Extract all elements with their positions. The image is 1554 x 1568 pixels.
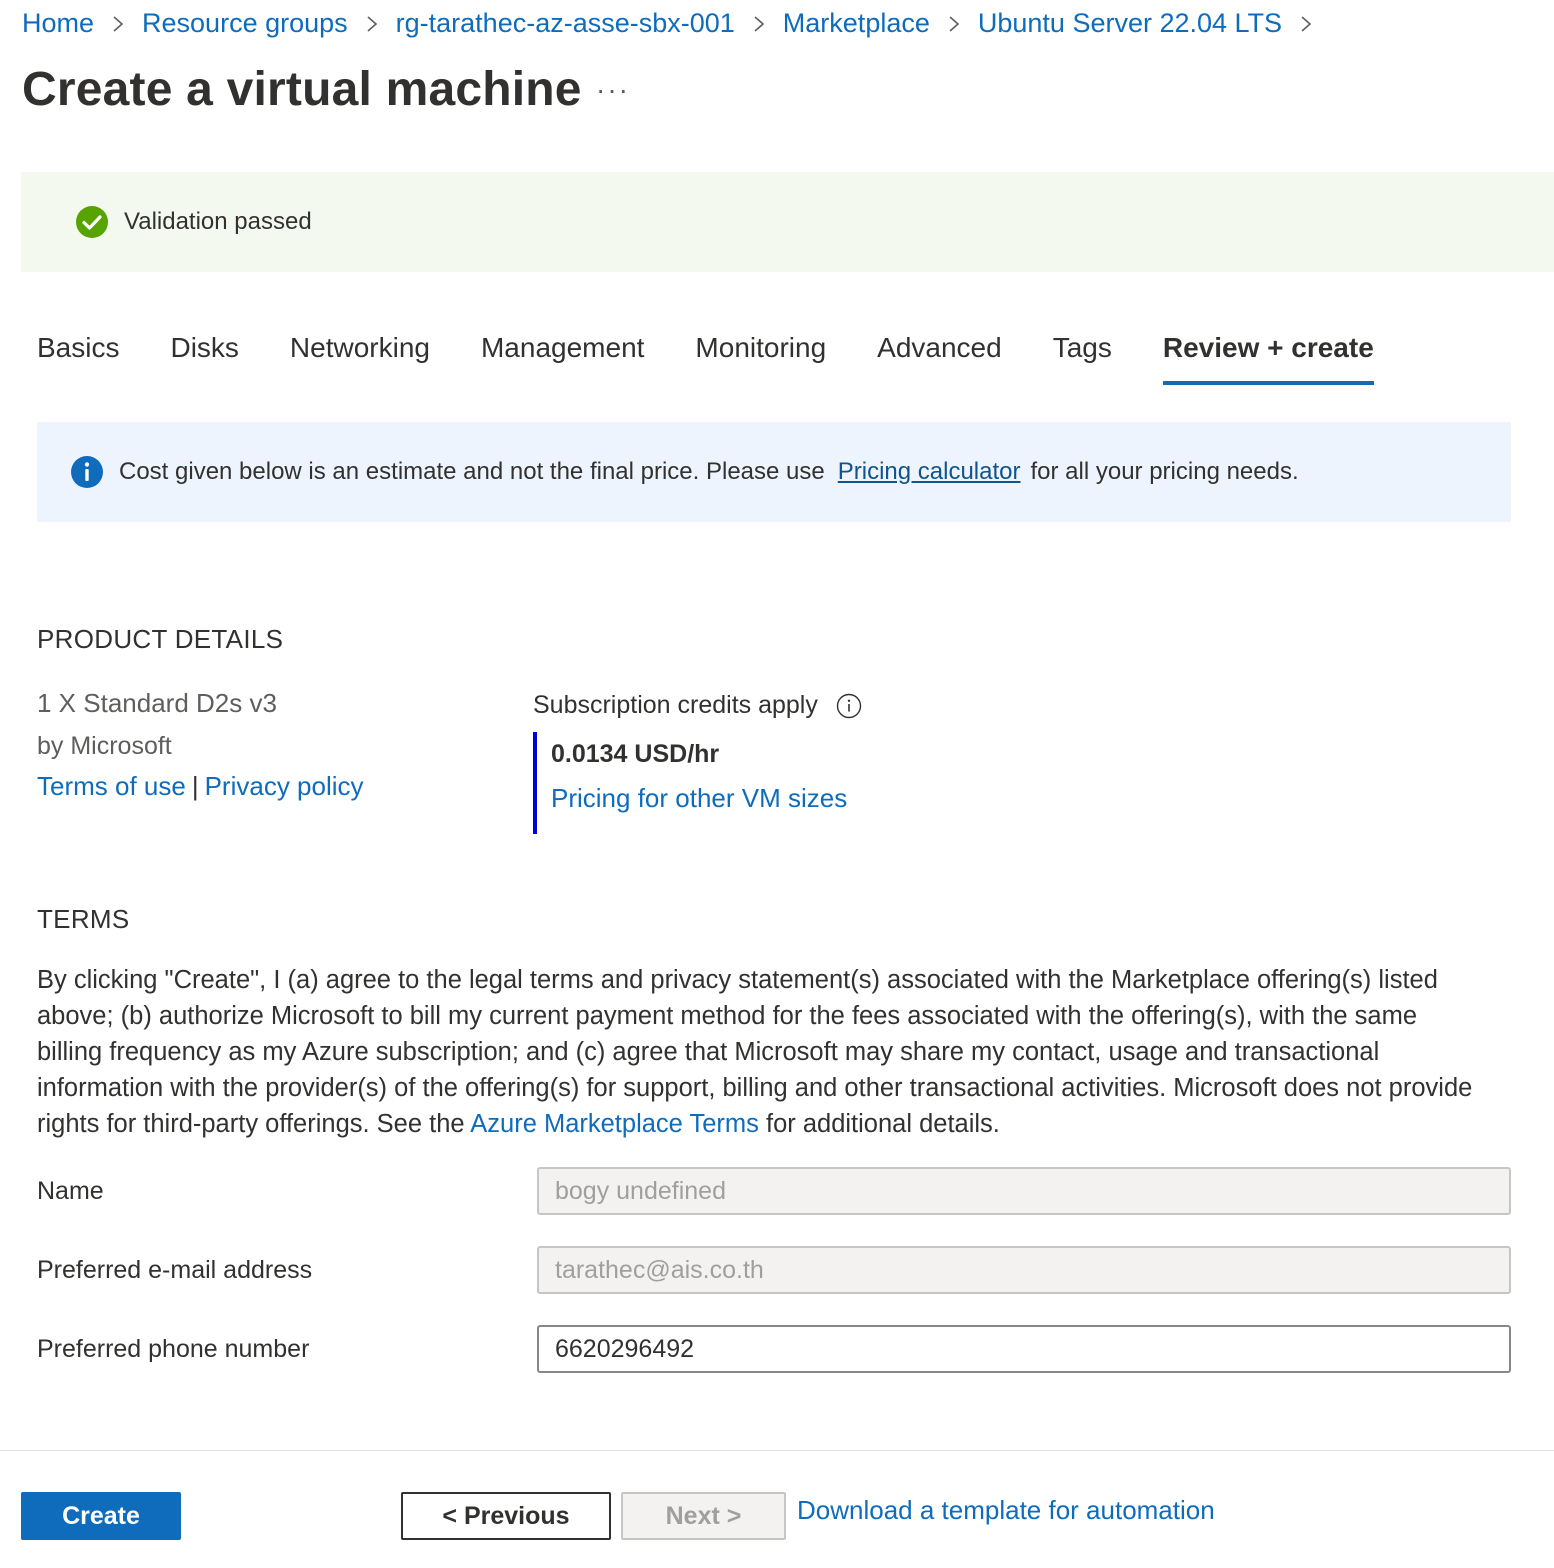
tab-review-create[interactable]: Review + create xyxy=(1162,332,1374,385)
page-title: Create a virtual machine xyxy=(22,63,582,116)
chevron-right-icon xyxy=(947,15,961,33)
tab-networking[interactable]: Networking xyxy=(290,332,430,384)
info-text: Cost given below is an estimate and not … xyxy=(119,458,825,485)
azure-marketplace-terms-link[interactable]: Azure Marketplace Terms xyxy=(470,1110,759,1138)
tab-monitoring[interactable]: Monitoring xyxy=(695,332,826,384)
chevron-right-icon xyxy=(365,15,379,33)
subscription-credits-label: Subscription credits apply xyxy=(533,691,818,719)
vm-price: 0.0134 USD/hr xyxy=(551,740,720,768)
product-name: 1 X Standard D2s v3 xyxy=(37,688,277,718)
next-button[interactable]: Next > xyxy=(621,1492,786,1540)
chevron-right-icon xyxy=(111,15,125,33)
phone-label: Preferred phone number xyxy=(37,1335,310,1363)
product-details-heading: PRODUCT DETAILS xyxy=(37,624,284,654)
tab-disks[interactable]: Disks xyxy=(170,332,238,384)
wizard-tabs: Basics Disks Networking Management Monit… xyxy=(37,332,1425,386)
chevron-right-icon xyxy=(752,15,766,33)
tab-basics[interactable]: Basics xyxy=(37,332,119,384)
validation-banner: Validation passed xyxy=(21,172,1554,272)
info-text-after: for all your pricing needs. xyxy=(1030,458,1299,485)
breadcrumb-marketplace[interactable]: Marketplace xyxy=(783,8,930,39)
footer-divider xyxy=(0,1450,1554,1451)
terms-heading: TERMS xyxy=(37,904,130,934)
more-options-button[interactable]: ··· xyxy=(596,74,630,106)
email-field[interactable] xyxy=(537,1246,1511,1294)
pricing-other-sizes-link[interactable]: Pricing for other VM sizes xyxy=(551,783,847,814)
validation-text: Validation passed xyxy=(124,208,312,235)
previous-button[interactable]: < Previous xyxy=(401,1492,611,1540)
download-template-link[interactable]: Download a template for automation xyxy=(797,1495,1215,1526)
product-publisher: by Microsoft xyxy=(37,732,172,760)
check-circle-icon xyxy=(75,205,109,239)
breadcrumb-ubuntu-server[interactable]: Ubuntu Server 22.04 LTS xyxy=(978,8,1282,39)
breadcrumb-home[interactable]: Home xyxy=(22,8,94,39)
terms-body-end: for additional details. xyxy=(766,1110,1000,1138)
breadcrumb-resource-group[interactable]: rg-tarathec-az-asse-sbx-001 xyxy=(396,8,735,39)
tab-management[interactable]: Management xyxy=(481,332,644,384)
pricing-calculator-link[interactable]: Pricing calculator xyxy=(838,458,1021,486)
product-links: Terms of use | Privacy policy xyxy=(37,771,364,802)
tab-advanced[interactable]: Advanced xyxy=(877,332,1002,384)
tab-tags[interactable]: Tags xyxy=(1053,332,1112,384)
terms-text: By clicking "Create", I (a) agree to the… xyxy=(37,962,1477,1142)
breadcrumb-resource-groups[interactable]: Resource groups xyxy=(142,8,348,39)
privacy-policy-link[interactable]: Privacy policy xyxy=(205,771,364,801)
terms-of-use-link[interactable]: Terms of use xyxy=(37,771,186,801)
create-button[interactable]: Create xyxy=(21,1492,181,1540)
name-field[interactable] xyxy=(537,1167,1511,1215)
breadcrumb: Home Resource groups rg-tarathec-az-asse… xyxy=(22,8,1330,39)
price-box: 0.0134 USD/hr Pricing for other VM sizes xyxy=(533,732,893,834)
chevron-right-icon xyxy=(1299,15,1313,33)
link-separator: | xyxy=(191,771,199,801)
phone-field[interactable] xyxy=(537,1325,1511,1373)
email-label: Preferred e-mail address xyxy=(37,1256,313,1284)
subscription-credits: Subscription credits apply xyxy=(533,691,862,720)
name-label: Name xyxy=(37,1177,104,1205)
info-outline-icon[interactable] xyxy=(836,693,862,719)
cost-info-bar: Cost given below is an estimate and not … xyxy=(37,422,1511,522)
info-icon xyxy=(70,455,104,489)
